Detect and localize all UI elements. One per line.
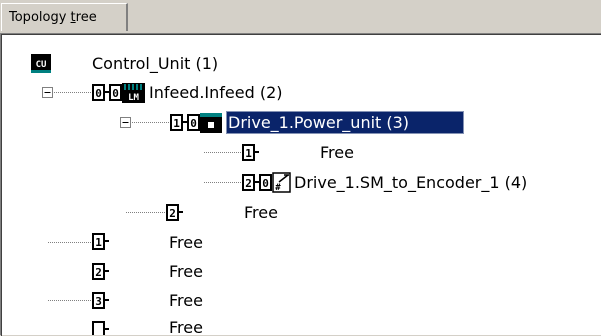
port-number: 2 xyxy=(169,207,176,220)
sm-encoder-label: Drive_1.SM_to_Encoder_1 (4) xyxy=(294,173,527,193)
port-number: 1 xyxy=(173,117,180,130)
port-connector-icon: 2 0 xyxy=(242,174,272,191)
port-open-icon: 2 xyxy=(166,204,183,221)
port-number: 1 xyxy=(245,147,252,160)
topology-tree-canvas: CU Control_Unit (1) 0 0 LM Infeed.Infeed… xyxy=(31,54,527,335)
tree-item-free[interactable]: Free xyxy=(92,318,203,335)
free-label: Free xyxy=(320,143,354,162)
control-unit-badge: CU xyxy=(36,60,47,70)
line-module-badge: LM xyxy=(128,93,139,103)
port-connector-icon: 1 0 xyxy=(170,114,200,131)
port-number: 1 xyxy=(95,236,102,249)
collapse-toggle-infeed[interactable] xyxy=(42,87,53,98)
free-label: Free xyxy=(169,291,203,310)
collapse-toggle-power-unit[interactable] xyxy=(120,117,131,128)
port-open-icon: 1 xyxy=(242,144,259,161)
port-number: 2 xyxy=(245,177,252,190)
port-number: 0 xyxy=(112,87,119,100)
port-open-icon: 2 xyxy=(92,263,109,280)
free-label: Free xyxy=(169,318,203,335)
power-unit-label: Drive_1.Power_unit (3) xyxy=(228,113,409,133)
tree-item-free[interactable]: 2 Free xyxy=(166,203,278,222)
line-module-icon: LM xyxy=(122,83,145,103)
tree-item-free[interactable]: 1 Free xyxy=(92,233,203,252)
tree-item-control-unit[interactable]: CU Control_Unit (1) xyxy=(31,54,218,74)
tree-item-power-unit[interactable]: 1 0 Drive_1.Power_unit (3) xyxy=(170,111,464,134)
control-unit-icon: CU xyxy=(31,54,51,73)
control-unit-label: Control_Unit (1) xyxy=(92,54,218,74)
free-label: Free xyxy=(169,233,203,252)
sensor-module-badge: # xyxy=(275,183,281,193)
free-label: Free xyxy=(169,262,203,281)
port-open-icon xyxy=(92,321,109,335)
port-number: 0 xyxy=(95,87,102,100)
port-open-icon: 3 xyxy=(92,292,109,309)
tree-item-free[interactable]: 3 Free xyxy=(92,291,203,310)
port-number: 2 xyxy=(95,266,102,279)
port-number: 0 xyxy=(190,117,197,130)
tree-item-sm-encoder[interactable]: 2 0 # Drive_1.SM_to_Encoder_1 (4) xyxy=(242,172,527,193)
power-unit-icon xyxy=(200,113,222,133)
infeed-label: Infeed.Infeed (2) xyxy=(149,83,283,102)
port-number: 3 xyxy=(95,295,102,308)
free-label: Free xyxy=(244,203,278,222)
sensor-module-icon: # xyxy=(272,172,291,193)
tree-item-free[interactable]: 2 Free xyxy=(92,262,203,281)
tree-item-infeed[interactable]: 0 0 LM Infeed.Infeed (2) xyxy=(92,83,283,103)
tree-item-free[interactable]: 1 Free xyxy=(242,143,354,162)
port-number: 0 xyxy=(262,177,269,190)
port-open-icon: 1 xyxy=(92,233,109,250)
port-connector-icon: 0 0 xyxy=(92,84,122,101)
